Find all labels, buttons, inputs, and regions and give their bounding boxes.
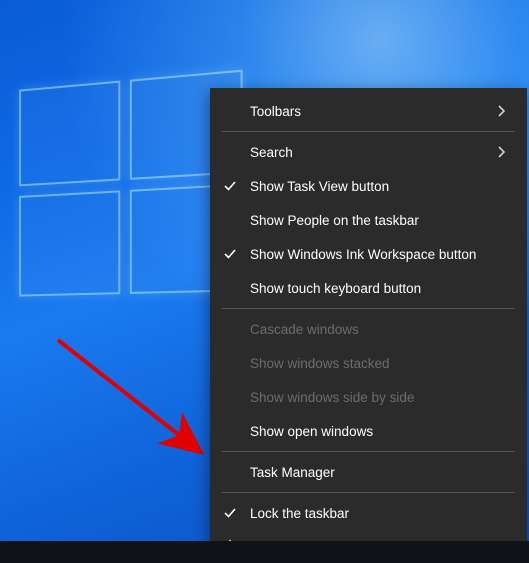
menu-item-label: Show touch keyboard button xyxy=(250,281,511,296)
annotation-arrow xyxy=(48,330,228,480)
menu-separator xyxy=(222,131,515,132)
menu-item-label: Show open windows xyxy=(250,424,511,439)
menu-item-label: Lock the taskbar xyxy=(250,506,511,521)
menu-separator xyxy=(222,308,515,309)
menu-item-side-by-side: Show windows side by side xyxy=(210,380,527,414)
menu-item-label: Cascade windows xyxy=(250,322,511,337)
menu-item-cascade-windows: Cascade windows xyxy=(210,312,527,346)
check-icon xyxy=(210,506,250,520)
menu-item-show-task-view[interactable]: Show Task View button xyxy=(210,169,527,203)
menu-item-task-manager[interactable]: Task Manager xyxy=(210,455,527,489)
menu-item-stacked-windows: Show windows stacked xyxy=(210,346,527,380)
menu-separator xyxy=(222,492,515,493)
menu-item-show-open-windows[interactable]: Show open windows xyxy=(210,414,527,448)
menu-item-label: Show People on the taskbar xyxy=(250,213,511,228)
menu-item-label: Show windows stacked xyxy=(250,356,511,371)
chevron-right-icon xyxy=(493,146,511,158)
menu-item-label: Search xyxy=(250,145,493,160)
check-icon xyxy=(210,247,250,261)
menu-item-lock-taskbar[interactable]: Lock the taskbar xyxy=(210,496,527,530)
menu-item-toolbars[interactable]: Toolbars xyxy=(210,94,527,128)
taskbar-context-menu: Toolbars Search Show Task View button Sh… xyxy=(210,88,527,563)
taskbar[interactable] xyxy=(0,541,529,563)
menu-separator xyxy=(222,451,515,452)
check-icon xyxy=(210,179,250,193)
menu-item-label: Show Windows Ink Workspace button xyxy=(250,247,511,262)
windows-desktop[interactable]: Toolbars Search Show Task View button Sh… xyxy=(0,0,529,563)
menu-item-show-touch-keyboard[interactable]: Show touch keyboard button xyxy=(210,271,527,305)
menu-item-show-people[interactable]: Show People on the taskbar xyxy=(210,203,527,237)
menu-item-label: Task Manager xyxy=(250,465,511,480)
menu-item-label: Show windows side by side xyxy=(250,390,511,405)
menu-item-search[interactable]: Search xyxy=(210,135,527,169)
menu-item-label: Toolbars xyxy=(250,104,493,119)
menu-item-show-ink-workspace[interactable]: Show Windows Ink Workspace button xyxy=(210,237,527,271)
chevron-right-icon xyxy=(493,105,511,117)
menu-item-label: Show Task View button xyxy=(250,179,511,194)
